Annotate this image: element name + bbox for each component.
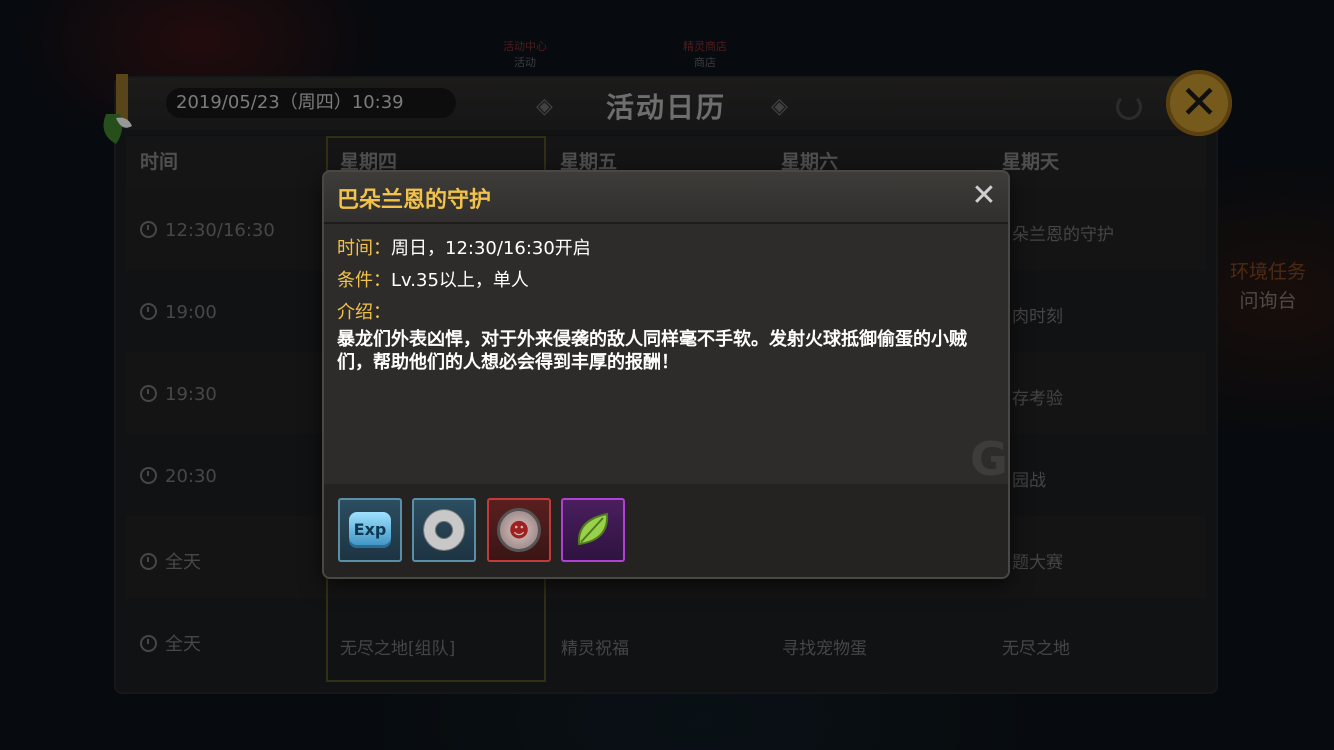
- dragon-badge-icon: ☻: [497, 508, 541, 552]
- reward-dragon-badge[interactable]: ☻: [487, 498, 551, 562]
- event-description: 暴龙们外表凶悍，对于外来侵袭的敌人同样毫不手软。发射火球抵御偷蛋的小贼们，帮助他…: [337, 329, 967, 373]
- event-condition: 条件：Lv.35以上，单人: [337, 270, 529, 291]
- reward-exp[interactable]: Exp: [338, 498, 402, 562]
- event-detail-popup: 巴朵兰恩的守护 ✕ 时间：周日，12:30/16:30开启 条件：Lv.35以上…: [324, 172, 1008, 577]
- close-icon[interactable]: ✕: [970, 181, 998, 211]
- popup-header: 巴朵兰恩的守护 ✕: [324, 172, 1008, 224]
- event-time: 时间：周日，12:30/16:30开启: [337, 238, 591, 259]
- popup-title: 巴朵兰恩的守护: [337, 188, 492, 213]
- leaf-icon: [577, 512, 609, 546]
- reward-leaf[interactable]: [561, 498, 625, 562]
- exp-icon: Exp: [349, 512, 391, 548]
- watermark-logo-icon: G: [970, 432, 1008, 486]
- ring-icon: [424, 510, 464, 550]
- reward-ring[interactable]: [412, 498, 476, 562]
- event-intro-label: 介绍：: [337, 302, 391, 323]
- rewards-list: Exp ☻: [324, 484, 1008, 577]
